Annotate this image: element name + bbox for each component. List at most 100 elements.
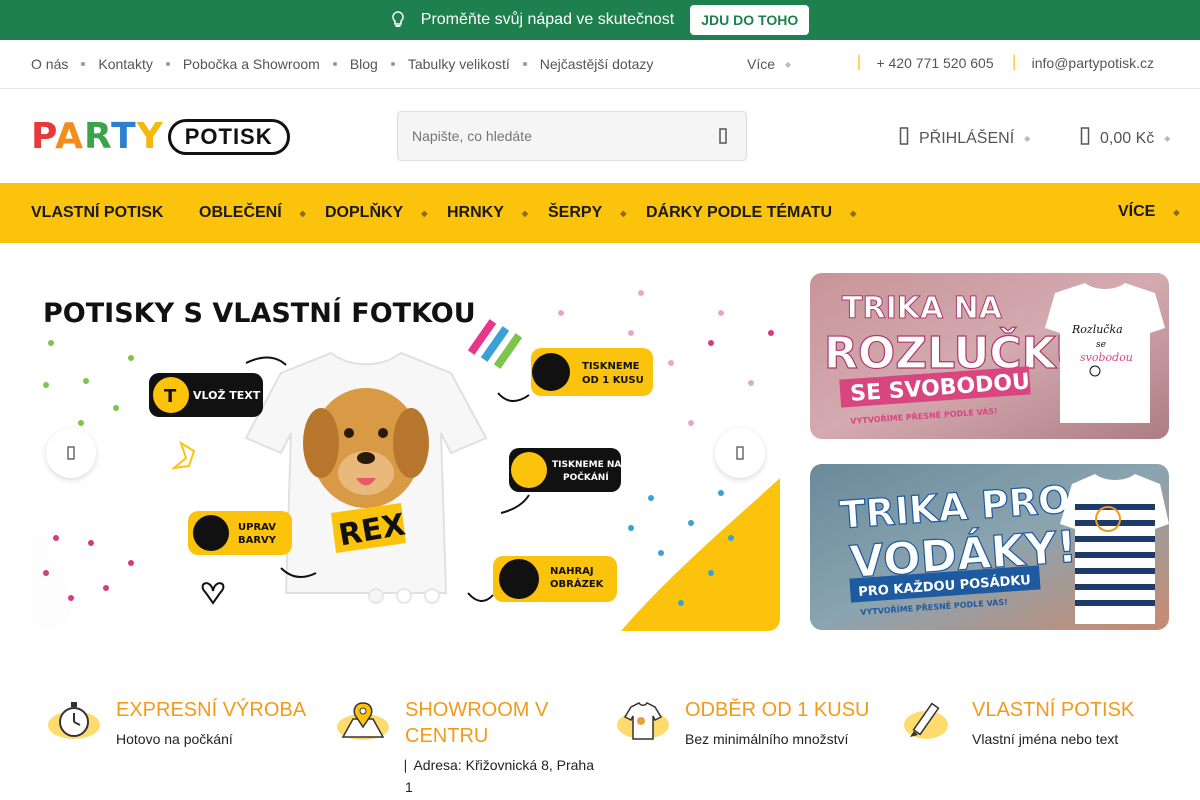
nav-item-label: DOPLŇKY	[325, 204, 404, 221]
info-links: O nás Kontakty Pobočka a Showroom Blog T…	[31, 56, 653, 72]
feature-showroom: SHOWROOM V CENTRU ▏Adresa: Křižovnická 8…	[335, 697, 595, 797]
secondary-nav: O nás Kontakty Pobočka a Showroom Blog T…	[0, 40, 1200, 89]
stopwatch-icon	[48, 702, 100, 739]
site-logo[interactable]: PARTY POTISK	[31, 116, 290, 157]
nav-item-label: ŠERPY	[548, 204, 603, 221]
login-link[interactable]: PŘIHLÁŠENÍ ◆	[899, 126, 1030, 151]
svg-text:UPRAV: UPRAV	[238, 522, 276, 533]
chevron-right-icon	[736, 446, 744, 460]
phone-icon: ▏	[858, 55, 869, 70]
nav-item-sashes[interactable]: ŠERPY ◆	[548, 204, 626, 222]
email-icon: ▏	[1013, 55, 1024, 70]
tshirt-icon	[617, 702, 669, 740]
logo-party: PARTY	[31, 116, 164, 157]
email-link[interactable]: ▏ info@partypotisk.cz	[1014, 55, 1154, 71]
promo-bar: Proměňte svůj nápad ve skutečnost JDU DO…	[0, 0, 1200, 40]
nav-more[interactable]: VÍCE ◆	[1118, 203, 1180, 221]
link-showroom[interactable]: Pobočka a Showroom	[183, 56, 320, 72]
banner-image: TRIKA NA ROZLUČKU SE SVOBODOU VYTVOŘÍME …	[810, 273, 1169, 439]
nav-item-mugs[interactable]: HRNKY ◆	[447, 204, 528, 222]
feature-text: Vlastní jména nebo text	[972, 731, 1119, 747]
nav-item-clothing[interactable]: OBLEČENÍ ◆	[199, 204, 306, 222]
chevron-down-icon: ◆	[850, 208, 857, 218]
map-pin-icon	[337, 702, 389, 740]
nav-item-label: HRNKY	[447, 204, 504, 221]
phone-number: + 420 771 520 605	[876, 55, 994, 71]
search-box[interactable]	[397, 111, 747, 161]
svg-text:OD 1 KUSU: OD 1 KUSU	[582, 375, 644, 386]
contact-info: ▏ + 420 771 520 605 ▏ info@partypotisk.c…	[858, 55, 1154, 71]
lightbulb-icon	[391, 10, 405, 30]
svg-text:VLOŽ TEXT: VLOŽ TEXT	[193, 389, 261, 402]
chevron-down-icon: ◆	[1024, 134, 1031, 143]
nav-item-label: DÁRKY PODLE TÉMATU	[646, 204, 833, 221]
link-faq[interactable]: Nejčastější dotazy	[540, 56, 654, 72]
chevron-down-icon: ◆	[299, 208, 306, 218]
svg-text:svobodou: svobodou	[1080, 351, 1133, 364]
nav-item-label: OBLEČENÍ	[199, 204, 282, 221]
pencil-icon	[904, 702, 948, 739]
banner-bachelorette-shirts[interactable]: TRIKA NA ROZLUČKU SE SVOBODOU VYTVOŘÍME …	[810, 273, 1169, 439]
subnav-more-label: Více	[747, 56, 776, 72]
svg-text:T: T	[164, 386, 177, 407]
search-input[interactable]	[412, 128, 714, 144]
nav-item-custom-print[interactable]: VLASTNÍ POTISK	[31, 204, 163, 222]
phone-link[interactable]: ▏ + 420 771 520 605	[858, 55, 993, 71]
user-icon	[899, 126, 909, 151]
feature-title: SHOWROOM V CENTRU	[405, 699, 549, 747]
search-icon[interactable]	[714, 127, 732, 145]
nav-more-label: VÍCE	[1118, 203, 1156, 220]
slider-prev-button[interactable]	[46, 428, 96, 478]
cart-total: 0,00 Kč	[1100, 129, 1155, 147]
hero-slider[interactable]: POTISKY S VLASTNÍ FOTKOU REX T VLOŽ TEXT…	[31, 273, 780, 631]
email-address: info@partypotisk.cz	[1031, 55, 1154, 71]
svg-text:se: se	[1096, 340, 1106, 350]
link-size-charts[interactable]: Tabulky velikostí	[408, 56, 510, 72]
svg-text:NAHRAJ: NAHRAJ	[550, 566, 594, 577]
banner-image: TRIKA PRO VODÁKY!!! PRO KAŽDOU POSÁDKU V…	[810, 464, 1169, 630]
svg-text:POČKÁNÍ: POČKÁNÍ	[563, 471, 609, 483]
slider-dot-3[interactable]	[424, 588, 440, 604]
feature-text-value: Adresa: Křižovnická 8, Praha 1	[405, 757, 594, 795]
feature-title: EXPRESNÍ VÝROBA	[116, 699, 307, 721]
link-blog[interactable]: Blog	[350, 56, 378, 72]
separator-dot	[81, 62, 86, 66]
svg-text:BARVY: BARVY	[238, 535, 277, 546]
svg-text:TISKNEME NA: TISKNEME NA	[552, 460, 621, 470]
hero-slide-image: POTISKY S VLASTNÍ FOTKOU REX T VLOŽ TEXT…	[31, 273, 780, 631]
promo-text: Proměňte svůj nápad ve skutečnost	[420, 11, 675, 28]
slider-dots	[368, 588, 440, 604]
slider-dot-1[interactable]	[368, 588, 384, 604]
nav-item-accessories[interactable]: DOPLŇKY ◆	[325, 204, 427, 222]
banner-canoeist-shirts[interactable]: TRIKA PRO VODÁKY!!! PRO KAŽDOU POSÁDKU V…	[810, 464, 1169, 630]
feature-title: ODBĚR OD 1 KUSU	[685, 699, 870, 721]
link-contacts[interactable]: Kontakty	[98, 56, 152, 72]
chevron-down-icon: ◆	[785, 59, 792, 69]
feature-single-piece: ODBĚR OD 1 KUSU Bez minimálního množství	[615, 697, 885, 749]
chevron-down-icon: ◆	[620, 208, 627, 218]
slider-dot-2[interactable]	[396, 588, 412, 604]
svg-text:TISKNEME: TISKNEME	[582, 361, 640, 372]
feature-text: ▏Adresa: Křižovnická 8, Praha 1	[405, 755, 595, 797]
separator-dot	[390, 62, 395, 66]
subnav-more[interactable]: Více ◆	[747, 56, 791, 72]
nav-item-label: VLASTNÍ POTISK	[31, 204, 164, 221]
site-header: PARTY POTISK PŘIHLÁŠENÍ ◆ 0,00 Kč ◆	[0, 89, 1200, 183]
nav-item-gifts-by-theme[interactable]: DÁRKY PODLE TÉMATU ◆	[646, 204, 856, 222]
separator-dot	[165, 62, 170, 66]
logo-potisk: POTISK	[167, 118, 290, 155]
banner-line1: TRIKA NA	[842, 291, 1003, 326]
separator-dot	[332, 62, 337, 66]
svg-text:Rozlučka: Rozlučka	[1071, 323, 1123, 336]
link-about[interactable]: O nás	[31, 56, 68, 72]
feature-custom-print: VLASTNÍ POTISK Vlastní jména nebo text	[902, 697, 1172, 749]
slider-next-button[interactable]	[715, 428, 765, 478]
main-nav: VLASTNÍ POTISK OBLEČENÍ ◆ DOPLŇKY ◆ HRNK…	[0, 183, 1200, 243]
hero-headline: POTISKY S VLASTNÍ FOTKOU	[43, 297, 476, 329]
chevron-down-icon: ◆	[1173, 207, 1180, 217]
cart-link[interactable]: 0,00 Kč ◆	[1080, 126, 1170, 151]
feature-text: Bez minimálního množství	[685, 731, 849, 747]
promo-cta-button[interactable]: JDU DO TOHO	[690, 5, 810, 35]
feature-title: VLASTNÍ POTISK	[972, 699, 1135, 721]
chevron-down-icon: ◆	[1164, 134, 1171, 143]
